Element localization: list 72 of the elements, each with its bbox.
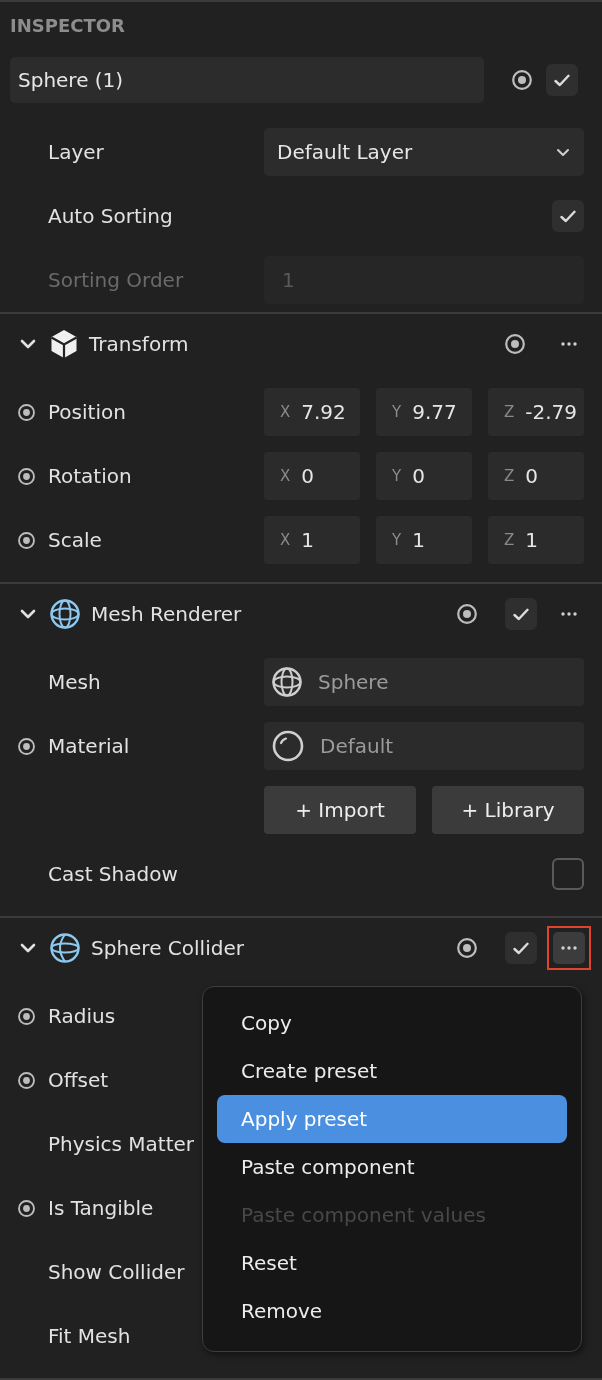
menu-item[interactable]: Copy: [217, 999, 567, 1047]
asset-field[interactable]: Default: [264, 722, 584, 770]
ellipsis-icon: [561, 342, 577, 346]
component-title: Mesh Renderer: [91, 602, 242, 626]
more-button[interactable]: [553, 932, 585, 964]
checkbox[interactable]: [552, 858, 584, 890]
chevron-down-icon[interactable]: [20, 943, 36, 953]
property-label: Show Collider: [48, 1260, 185, 1284]
property-label: Sorting Order: [48, 268, 184, 292]
number-field[interactable]: X 7.92: [264, 388, 360, 436]
number-field[interactable]: X 1: [264, 516, 360, 564]
dot-ring-icon[interactable]: [18, 467, 35, 485]
dot-ring-icon[interactable]: [512, 70, 532, 90]
number-field[interactable]: Z 1: [488, 516, 584, 564]
component-title: Sphere Collider: [91, 936, 244, 960]
property-label: Material: [48, 734, 130, 758]
check-icon: [554, 73, 570, 87]
globe-icon: [272, 667, 302, 697]
dot-ring-icon[interactable]: [18, 737, 35, 755]
property-label: Offset: [48, 1068, 109, 1092]
checkbox[interactable]: [552, 200, 584, 232]
menu-item[interactable]: Reset: [217, 1239, 567, 1287]
check-icon: [560, 209, 576, 223]
dot-ring-icon[interactable]: [18, 1071, 35, 1089]
menu-item[interactable]: Remove: [217, 1287, 567, 1335]
menu-item[interactable]: Paste component: [217, 1143, 567, 1191]
checkbox[interactable]: [505, 598, 537, 630]
number-field[interactable]: Y 1: [376, 516, 472, 564]
property-label: Auto Sorting: [48, 204, 173, 228]
check-icon: [513, 607, 529, 621]
check-icon: [513, 941, 529, 955]
number-field[interactable]: X 0: [264, 452, 360, 500]
dot-ring-icon[interactable]: [18, 1199, 35, 1217]
chevron-down-icon: [556, 147, 570, 157]
property-label: Cast Shadow: [48, 862, 178, 886]
name-field[interactable]: Sphere (1): [10, 57, 484, 103]
number-field[interactable]: Z 0: [488, 452, 584, 500]
checkbox[interactable]: [546, 64, 578, 96]
dropdown[interactable]: Default Layer: [264, 128, 584, 176]
dot-ring-icon[interactable]: [18, 531, 35, 549]
cube-icon: [50, 329, 78, 359]
dot-ring-icon[interactable]: [457, 938, 477, 958]
property-label: Physics Matter: [48, 1132, 195, 1156]
dot-ring-icon[interactable]: [505, 334, 525, 354]
dot-ring-icon[interactable]: [18, 403, 35, 421]
ellipsis-icon: [561, 946, 577, 950]
globe-icon: [50, 599, 80, 629]
property-label: Mesh: [48, 670, 101, 694]
component-title: Transform: [89, 332, 189, 356]
property-label: Layer: [48, 140, 104, 164]
panel-title: INSPECTOR: [10, 14, 125, 36]
chevron-down-icon[interactable]: [20, 339, 36, 349]
ellipsis-icon: [561, 612, 577, 616]
material-ball-icon: [272, 730, 304, 762]
property-label: Is Tangible: [48, 1196, 154, 1220]
number-field[interactable]: Y 0: [376, 452, 472, 500]
asset-field[interactable]: Sphere: [264, 658, 584, 706]
number-field[interactable]: Z -2.79: [488, 388, 584, 436]
menu-item[interactable]: Create preset: [217, 1047, 567, 1095]
property-label: Fit Mesh: [48, 1324, 131, 1348]
sphere-icon: [50, 933, 80, 963]
checkbox[interactable]: [505, 932, 537, 964]
number-field[interactable]: Y 9.77: [376, 388, 472, 436]
property-label: Rotation: [48, 464, 132, 488]
add-button[interactable]: + Library: [432, 786, 584, 834]
add-button[interactable]: + Import: [264, 786, 416, 834]
dot-ring-icon[interactable]: [457, 604, 477, 624]
dot-ring-icon[interactable]: [18, 1007, 35, 1025]
property-label: Position: [48, 400, 126, 424]
property-label: Radius: [48, 1004, 116, 1028]
property-label: Scale: [48, 528, 102, 552]
chevron-down-icon[interactable]: [20, 609, 36, 619]
